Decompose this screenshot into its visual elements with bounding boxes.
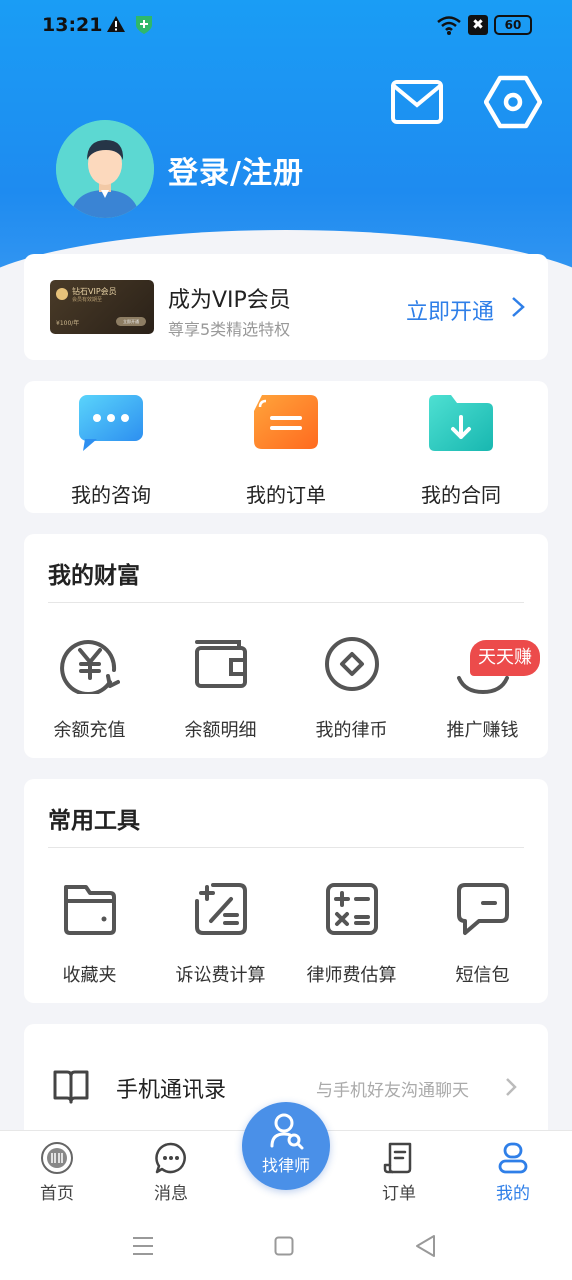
profile-icon [498, 1142, 528, 1174]
favorites-folder-icon [64, 885, 116, 935]
system-nav-bar [0, 1212, 572, 1280]
phone-contacts-label: 手机通讯录 [116, 1078, 227, 1103]
vip-logo-icon [56, 288, 68, 300]
wallet-icon [195, 640, 247, 688]
avatar-person-icon [56, 120, 154, 218]
tab-messages-label: 消息 [154, 1184, 188, 1204]
balance-recharge-button[interactable]: 余额充值 [24, 634, 155, 744]
settings-icon[interactable] [484, 74, 542, 130]
tab-messages[interactable]: 消息 [114, 1131, 228, 1213]
favorites-button[interactable]: 收藏夹 [24, 879, 155, 989]
lawyer-fee-calculator-icon [326, 883, 378, 935]
litigation-fee-calculator-label: 诉讼费计算 [175, 965, 266, 986]
vip-banner[interactable]: 钻石VIP会员 会员有效期至 ¥100/年 立即开通 成为VIP会员 尊享5类精… [24, 254, 548, 360]
order-icon [383, 1142, 412, 1174]
sms-package-button[interactable]: 短信包 [417, 879, 548, 989]
tab-home-label: 首页 [40, 1184, 74, 1204]
tools-title: 常用工具 [48, 808, 140, 834]
home-button-icon[interactable] [274, 1236, 294, 1256]
status-bar: 13:21 ✖ 60 [0, 0, 572, 52]
yuan-recharge-icon [60, 640, 120, 694]
message-icon [155, 1142, 186, 1174]
tab-orders[interactable]: 订单 [342, 1131, 456, 1213]
wifi-icon [437, 16, 461, 35]
balance-details-label: 余额明细 [184, 720, 257, 741]
back-icon[interactable] [414, 1234, 436, 1258]
my-orders-button[interactable]: 我的订单 [199, 381, 373, 513]
tab-home[interactable]: 首页 [0, 1131, 114, 1213]
tab-mine[interactable]: 我的 [456, 1131, 570, 1213]
folder-download-icon [429, 395, 493, 451]
wealth-title: 我的财富 [48, 563, 140, 589]
lawyer-fee-estimate-label: 律师费估算 [306, 965, 397, 986]
coin-icon [325, 637, 379, 691]
vip-title: 成为VIP会员 [168, 288, 291, 313]
chevron-right-icon [512, 297, 525, 317]
my-contracts-button[interactable]: 我的合同 [374, 381, 548, 513]
tab-orders-label: 订单 [382, 1184, 416, 1204]
vip-subtitle: 尊享5类精选特权 [168, 320, 291, 339]
divider [48, 602, 524, 603]
balance-details-button[interactable]: 余额明细 [155, 634, 286, 744]
sms-package-label: 短信包 [455, 965, 510, 986]
balance-recharge-label: 余额充值 [53, 720, 126, 741]
divider [48, 847, 524, 848]
shield-icon [136, 16, 152, 34]
find-lawyer-label: 找律师 [261, 1156, 310, 1175]
lawyer-fee-estimate-button[interactable]: 律师费估算 [286, 879, 417, 989]
status-time: 13:21 [42, 14, 103, 36]
sms-icon [457, 883, 509, 935]
battery-icon: 60 [494, 15, 532, 35]
mail-icon[interactable] [390, 78, 444, 126]
promote-earn-label: 推广赚钱 [446, 720, 519, 741]
tools-section: 常用工具 收藏夹 诉讼费计算 律师费估算 短信包 [24, 779, 548, 1003]
daily-earn-badge: 天天赚 [470, 640, 540, 676]
find-lawyer-button[interactable]: 找律师 [242, 1102, 330, 1190]
order-list-icon [254, 395, 318, 449]
litigation-calculator-icon [195, 883, 247, 935]
warning-icon [107, 16, 125, 32]
phone-contacts-hint: 与手机好友沟通聊天 [316, 1081, 469, 1101]
find-lawyer-icon [270, 1113, 304, 1150]
chat-bubble-icon [79, 395, 143, 451]
wealth-section: 我的财富 余额充值 余额明细 我的律币 推广赚钱 [24, 534, 548, 758]
home-emblem-icon [41, 1142, 73, 1174]
chevron-right-icon [506, 1078, 517, 1096]
menu-icon[interactable] [132, 1236, 154, 1256]
my-consultation-label: 我的咨询 [71, 483, 151, 507]
tab-mine-label: 我的 [496, 1184, 530, 1204]
litigation-fee-calculator-button[interactable]: 诉讼费计算 [155, 879, 286, 989]
favorites-label: 收藏夹 [62, 965, 117, 986]
avatar[interactable] [56, 120, 154, 218]
my-coins-label: 我的律币 [315, 720, 388, 741]
vip-card-sub: 会员有效期至 [72, 297, 103, 303]
x-icon: ✖ [468, 15, 488, 35]
vip-card-price: ¥100/年 [56, 320, 80, 327]
my-contracts-label: 我的合同 [421, 483, 501, 507]
my-coins-button[interactable]: 我的律币 [286, 634, 417, 744]
vip-card-image: 钻石VIP会员 会员有效期至 ¥100/年 立即开通 [50, 280, 154, 334]
my-consultation-button[interactable]: 我的咨询 [24, 381, 198, 513]
login-register-link[interactable]: 登录/注册 [168, 148, 304, 192]
vip-card-button: 立即开通 [116, 317, 146, 326]
quick-actions: 我的咨询 我的订单 我的合同 [24, 381, 548, 513]
my-orders-label: 我的订单 [246, 483, 326, 507]
vip-open-button[interactable]: 立即开通 [406, 294, 494, 326]
book-icon [53, 1070, 89, 1104]
